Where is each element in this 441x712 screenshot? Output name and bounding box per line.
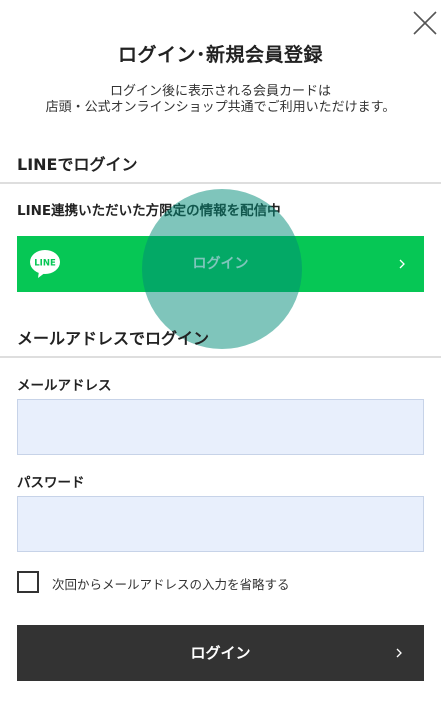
remember-email-label[interactable]: 次回からメールアドレスの入力を省略する [52, 574, 290, 593]
line-notice: LINE連携いただいた方限定の情報を配信中 [17, 203, 281, 219]
divider [0, 182, 441, 184]
chevron-right-icon [396, 648, 402, 658]
subtitle-line-1: ログイン後に表示される会員カードは [109, 84, 331, 99]
email-field[interactable] [17, 399, 424, 455]
page-subtitle: ログイン後に表示される会員カードは 店頭・公式オンラインショップ共通でご利用いた… [0, 84, 441, 116]
email-login-label: ログイン [190, 644, 251, 662]
email-login-button[interactable]: ログイン [17, 625, 424, 681]
chevron-right-icon [399, 259, 405, 269]
email-label: メールアドレス [17, 378, 112, 394]
remember-email-checkbox[interactable] [17, 571, 39, 593]
close-button[interactable] [410, 8, 440, 38]
password-label: パスワード [17, 475, 85, 491]
line-login-button[interactable]: LINE ログイン [17, 236, 424, 292]
subtitle-line-2: 店頭・公式オンラインショップ共通でご利用いただけます。 [45, 100, 396, 115]
line-login-heading: LINEでログイン [17, 155, 138, 174]
close-icon[interactable] [410, 8, 440, 38]
email-login-heading: メールアドレスでログイン [17, 329, 210, 348]
password-field[interactable] [17, 496, 424, 552]
page-title: ログイン･新規会員登録 [117, 44, 323, 66]
divider [0, 356, 441, 358]
line-login-label: ログイン [192, 256, 249, 272]
